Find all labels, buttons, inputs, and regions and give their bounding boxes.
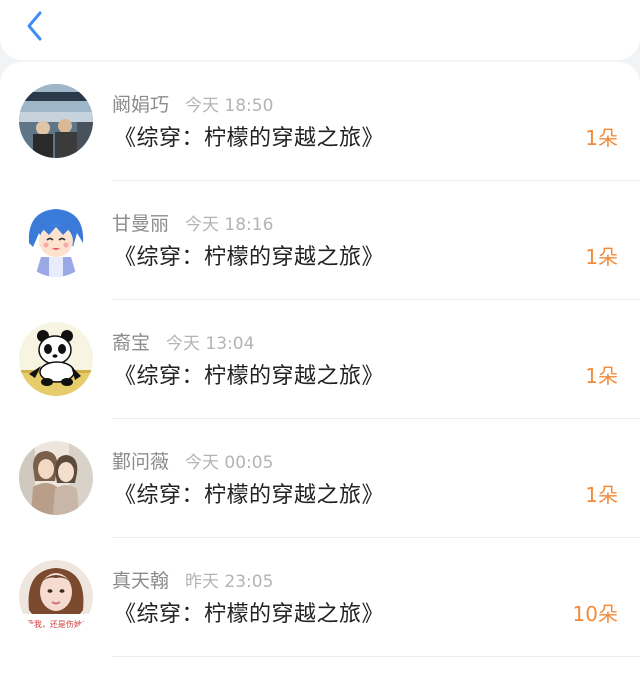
list-item[interactable]: 鄞问薇 今天 00:05 《综穿：柠檬的穿越之旅》 1朵 [0,419,640,538]
list-item[interactable]: 爱我，还是伤她? 真天翰 昨天 23:05 《综穿：柠檬的穿越之旅》 10朵 [0,538,640,657]
list-item[interactable]: 甘曼丽 今天 18:16 《综穿：柠檬的穿越之旅》 1朵 [0,181,640,300]
list-item[interactable]: 阚娟巧 今天 18:50 《综穿：柠檬的穿越之旅》 1朵 [0,62,640,181]
top-bar [0,0,640,60]
list-item[interactable]: 裔宝 今天 13:04 《综穿：柠檬的穿越之旅》 1朵 [0,300,640,419]
gift-count: 1朵 [585,364,618,388]
avatar[interactable] [19,84,93,158]
book-title: 《综穿：柠檬的穿越之旅》 [114,602,385,627]
avatar-caption: 爱我，还是伤她? [26,619,86,629]
avatar[interactable] [19,322,93,396]
timestamp: 昨天 23:05 [185,571,274,592]
avatar[interactable] [19,441,93,515]
timestamp: 今天 13:04 [166,333,255,354]
book-title: 《综穿：柠檬的穿越之旅》 [114,245,385,270]
user-name: 真天翰 [112,569,170,592]
gift-count: 1朵 [585,126,618,150]
user-name: 鄞问薇 [112,450,170,473]
back-button[interactable] [18,8,54,44]
user-name: 裔宝 [112,331,151,354]
timestamp: 今天 00:05 [185,452,274,473]
timestamp: 今天 18:50 [185,95,274,116]
user-name: 阚娟巧 [112,93,170,116]
book-title: 《综穿：柠檬的穿越之旅》 [114,126,385,151]
gift-count: 1朵 [585,245,618,269]
gift-record-list: 阚娟巧 今天 18:50 《综穿：柠檬的穿越之旅》 1朵 甘曼丽 今天 18:1… [0,62,640,682]
avatar[interactable] [19,203,93,277]
book-title: 《综穿：柠檬的穿越之旅》 [114,364,385,389]
avatar[interactable]: 爱我，还是伤她? [19,560,93,634]
gift-count: 10朵 [572,602,618,626]
timestamp: 今天 18:16 [185,214,274,235]
book-title: 《综穿：柠檬的穿越之旅》 [114,483,385,508]
chevron-left-icon [27,11,42,41]
gift-count: 1朵 [585,483,618,507]
user-name: 甘曼丽 [112,212,170,235]
